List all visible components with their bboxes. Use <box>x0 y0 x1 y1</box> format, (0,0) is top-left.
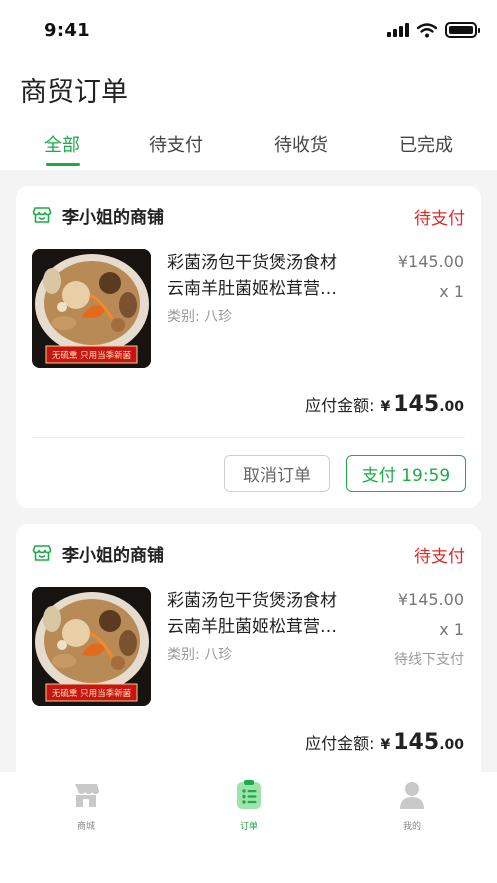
top-header: 9:41 商贸订单 全部 待支付 待收货 已完成 <box>0 0 497 170</box>
nav-item-store[interactable]: 商城 <box>46 780 126 832</box>
nav-label-store: 商城 <box>76 822 95 832</box>
product-name-line-1[interactable]: 彩菌汤包干货煲汤食材 <box>167 250 362 276</box>
order-card[interactable]: 李小姐的商铺 待支付 无硫熏 只用当季新菌 彩菌汤包干货煲汤食材 云南羊肚菌姬松… <box>16 524 481 814</box>
total-amount-decimal: .00 <box>439 737 464 753</box>
nav-item-orders[interactable]: 订单 <box>209 780 289 832</box>
pay-button[interactable]: 支付 19:59 <box>346 455 466 492</box>
product-category: 类别: 八珍 <box>167 309 233 325</box>
product-image-banner: 无硫熏 只用当季新菌 <box>52 688 131 699</box>
tab-pending-payment[interactable]: 待支付 <box>131 131 221 157</box>
order-tabs: 全部 待支付 待收货 已完成 <box>0 125 497 170</box>
status-time: 9:41 <box>44 20 90 41</box>
total-currency: ¥ <box>380 737 391 753</box>
divider <box>32 437 465 438</box>
total-amount-integer: 145 <box>393 392 440 417</box>
total-amount-decimal: .00 <box>439 399 464 415</box>
battery-icon <box>445 22 480 38</box>
shop-header[interactable]: 李小姐的商铺 <box>32 202 164 228</box>
shop-name: 李小姐的商铺 <box>62 545 164 566</box>
product-price: ¥145.00 <box>397 590 464 609</box>
wifi-icon <box>417 22 437 37</box>
product-category: 类别: 八珍 <box>167 647 233 663</box>
total-amount-integer: 145 <box>393 730 440 755</box>
product-image-banner: 无硫熏 只用当季新菌 <box>52 350 131 361</box>
order-list-icon <box>237 780 261 809</box>
order-card[interactable]: 李小姐的商铺 待支付 无硫熏 只用当季新菌 彩菌汤包干货煲汤食材 云南羊肚菌姬松… <box>16 186 481 508</box>
product-quantity: x 1 <box>439 620 464 639</box>
offline-payment-note: 待线下支付 <box>394 652 464 668</box>
total-currency: ¥ <box>380 399 391 415</box>
cellular-signal-icon <box>387 23 409 37</box>
product-quantity: x 1 <box>439 282 464 301</box>
bottom-nav: 商城 订单 我的 <box>0 772 497 883</box>
product-image[interactable]: 无硫熏 只用当季新菌 <box>32 249 151 368</box>
product-image[interactable]: 无硫熏 只用当季新菌 <box>32 587 151 706</box>
tab-completed[interactable]: 已完成 <box>381 131 471 157</box>
nav-item-profile[interactable]: 我的 <box>372 780 452 832</box>
tab-pending-receipt[interactable]: 待收货 <box>256 131 346 157</box>
store-icon <box>75 784 99 807</box>
status-bar: 9:41 <box>0 0 497 60</box>
page-title: 商贸订单 <box>20 77 128 108</box>
total-label: 应付金额: <box>305 734 375 753</box>
order-total: 应付金额: ¥ 145 .00 <box>305 392 464 417</box>
shop-name: 李小姐的商铺 <box>62 207 164 228</box>
cancel-order-button[interactable]: 取消订单 <box>224 455 330 492</box>
order-status: 待支付 <box>414 547 465 567</box>
nav-label-orders: 订单 <box>239 822 258 832</box>
product-name-line-2[interactable]: 云南羊肚菌姬松茸营… <box>167 614 362 640</box>
order-total: 应付金额: ¥ 145 .00 <box>305 730 464 755</box>
shop-header[interactable]: 李小姐的商铺 <box>32 540 164 566</box>
order-status: 待支付 <box>414 209 465 229</box>
product-name-line-2[interactable]: 云南羊肚菌姬松茸营… <box>167 276 362 302</box>
total-label: 应付金额: <box>305 396 375 415</box>
status-icons <box>387 22 480 38</box>
profile-icon <box>400 782 424 809</box>
shop-icon <box>32 207 52 223</box>
product-price: ¥145.00 <box>397 252 464 271</box>
shop-icon <box>32 545 52 561</box>
active-tab-indicator <box>46 163 80 166</box>
nav-label-profile: 我的 <box>402 822 421 832</box>
product-name-line-1[interactable]: 彩菌汤包干货煲汤食材 <box>167 588 362 614</box>
tab-all[interactable]: 全部 <box>17 131 107 157</box>
